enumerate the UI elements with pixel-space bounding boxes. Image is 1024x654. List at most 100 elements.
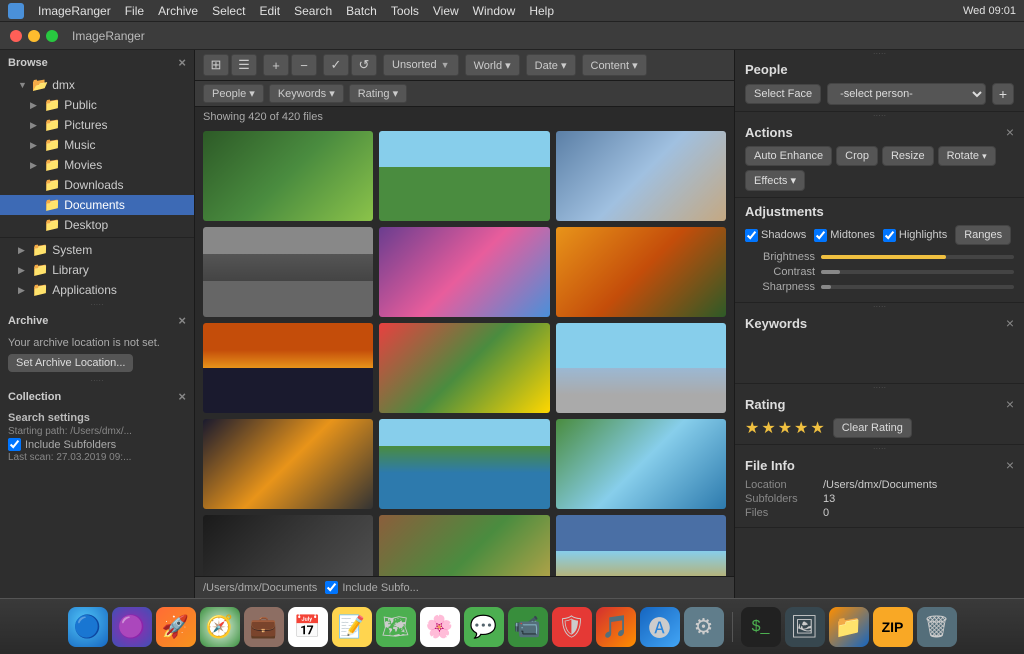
select-face-button[interactable]: Select Face bbox=[745, 84, 821, 104]
browse-close-icon[interactable]: × bbox=[178, 55, 186, 70]
search-settings-item[interactable]: Search settings Starting path: /Users/dm… bbox=[0, 409, 194, 467]
photo-thumbnail[interactable] bbox=[379, 227, 549, 317]
clear-rating-button[interactable]: Clear Rating bbox=[833, 418, 912, 438]
include-subfolders-checkbox[interactable] bbox=[8, 438, 21, 451]
content-dropdown[interactable]: Content ▾ bbox=[582, 54, 647, 76]
menu-search[interactable]: Search bbox=[294, 4, 332, 18]
dock-calendar[interactable]: 📅 bbox=[288, 607, 328, 647]
menu-edit[interactable]: Edit bbox=[259, 4, 280, 18]
star-5[interactable]: ★ bbox=[810, 418, 824, 438]
close-button[interactable] bbox=[10, 30, 22, 42]
photo-thumbnail[interactable] bbox=[379, 419, 549, 509]
dock-imageviewer[interactable]: 🖼 bbox=[785, 607, 825, 647]
tree-item-movies[interactable]: ▶ 📁 Movies bbox=[0, 155, 194, 175]
shadows-check[interactable]: Shadows bbox=[745, 229, 806, 242]
photo-thumbnail[interactable] bbox=[379, 323, 549, 413]
maximize-button[interactable] bbox=[46, 30, 58, 42]
rotate-button[interactable]: Rotate ▾ bbox=[938, 146, 996, 166]
grid-view-button[interactable]: ⊞ bbox=[203, 54, 229, 76]
photo-thumbnail[interactable] bbox=[203, 419, 373, 509]
brightness-slider[interactable] bbox=[821, 255, 1014, 259]
check-button[interactable]: ✓ bbox=[323, 54, 349, 76]
menu-batch[interactable]: Batch bbox=[346, 4, 377, 18]
crop-button[interactable]: Crop bbox=[836, 146, 878, 166]
tree-item-dmx[interactable]: ▼ 📂 dmx bbox=[0, 75, 194, 95]
photo-thumbnail[interactable] bbox=[556, 227, 726, 317]
minimize-button[interactable] bbox=[28, 30, 40, 42]
menu-tools[interactable]: Tools bbox=[391, 4, 419, 18]
keywords-close-icon[interactable]: × bbox=[1006, 315, 1014, 331]
dock-notes[interactable]: 📝 bbox=[332, 607, 372, 647]
dock-prefs[interactable]: ⚙ bbox=[684, 607, 724, 647]
tree-item-library[interactable]: ▶ 📁 Library bbox=[0, 260, 194, 280]
highlights-check[interactable]: Highlights bbox=[883, 229, 947, 242]
dock-finder[interactable]: 🔵 bbox=[68, 607, 108, 647]
person-select[interactable]: -select person- bbox=[827, 83, 986, 105]
dock-appstore[interactable]: 🅐 bbox=[640, 607, 680, 647]
dock-briefcase[interactable]: 💼 bbox=[244, 607, 284, 647]
photo-thumbnail[interactable] bbox=[203, 131, 373, 221]
tree-item-downloads[interactable]: ▶ 📁 Downloads bbox=[0, 175, 194, 195]
dock-zip[interactable]: ZIP bbox=[873, 607, 913, 647]
effects-button[interactable]: Effects ▾ bbox=[745, 170, 805, 191]
tree-item-documents[interactable]: ▶ 📁 Documents bbox=[0, 195, 194, 215]
dock-trash[interactable]: 🗑 bbox=[917, 607, 957, 647]
add-person-button[interactable]: + bbox=[992, 83, 1014, 105]
tree-item-music[interactable]: ▶ 📁 Music bbox=[0, 135, 194, 155]
star-2[interactable]: ★ bbox=[761, 418, 775, 438]
keywords-filter-button[interactable]: Keywords ▾ bbox=[269, 84, 344, 103]
ranges-button[interactable]: Ranges bbox=[955, 225, 1011, 245]
dock-maps[interactable]: 🗺 bbox=[376, 607, 416, 647]
keywords-area[interactable] bbox=[745, 337, 1014, 377]
menu-window[interactable]: Window bbox=[473, 4, 516, 18]
zoom-out-button[interactable]: − bbox=[291, 54, 317, 76]
menu-select[interactable]: Select bbox=[212, 4, 245, 18]
rating-filter-button[interactable]: Rating ▾ bbox=[349, 84, 407, 103]
refresh-button[interactable]: ↺ bbox=[351, 54, 377, 76]
dock-files[interactable]: 📁 bbox=[829, 607, 869, 647]
file-info-close-icon[interactable]: × bbox=[1006, 457, 1014, 473]
world-dropdown[interactable]: World ▾ bbox=[465, 54, 520, 76]
collection-close-icon[interactable]: × bbox=[178, 389, 186, 404]
list-view-button[interactable]: ☰ bbox=[231, 54, 257, 76]
dock-messages[interactable]: 💬 bbox=[464, 607, 504, 647]
dock-terminal[interactable]: $_ bbox=[741, 607, 781, 647]
tree-item-public[interactable]: ▶ 📁 Public bbox=[0, 95, 194, 115]
contrast-slider[interactable] bbox=[821, 270, 1014, 274]
menu-app-name[interactable]: ImageRanger bbox=[38, 4, 111, 18]
menu-archive[interactable]: Archive bbox=[158, 4, 198, 18]
dock-siri[interactable]: 🟣 bbox=[112, 607, 152, 647]
date-dropdown[interactable]: Date ▾ bbox=[526, 54, 576, 76]
menu-view[interactable]: View bbox=[433, 4, 459, 18]
zoom-in-button[interactable]: + bbox=[263, 54, 289, 76]
photo-thumbnail[interactable] bbox=[556, 323, 726, 413]
dock-vpn[interactable]: 🛡 bbox=[552, 607, 592, 647]
midtones-check[interactable]: Midtones bbox=[814, 229, 875, 242]
photo-grid[interactable] bbox=[195, 127, 734, 576]
photo-thumbnail[interactable] bbox=[203, 515, 373, 576]
star-1[interactable]: ★ bbox=[745, 418, 759, 438]
dock-photos[interactable]: 🌸 bbox=[420, 607, 460, 647]
photo-thumbnail[interactable] bbox=[379, 515, 549, 576]
menu-file[interactable]: File bbox=[125, 4, 144, 18]
tree-item-applications[interactable]: ▶ 📁 Applications bbox=[0, 280, 194, 300]
dock-safari[interactable]: 🧭 bbox=[200, 607, 240, 647]
dock-facetime[interactable]: 📹 bbox=[508, 607, 548, 647]
tree-item-pictures[interactable]: ▶ 📁 Pictures bbox=[0, 115, 194, 135]
photo-thumbnail[interactable] bbox=[203, 323, 373, 413]
tree-item-desktop[interactable]: ▶ 📁 Desktop bbox=[0, 215, 194, 235]
actions-close-icon[interactable]: × bbox=[1006, 124, 1014, 140]
sort-dropdown[interactable]: Unsorted ▼ bbox=[383, 54, 459, 76]
archive-close-icon[interactable]: × bbox=[178, 313, 186, 328]
star-rating[interactable]: ★ ★ ★ ★ ★ bbox=[745, 418, 825, 438]
dock-music[interactable]: 🎵 bbox=[596, 607, 636, 647]
auto-enhance-button[interactable]: Auto Enhance bbox=[745, 146, 832, 166]
photo-thumbnail[interactable] bbox=[556, 419, 726, 509]
dock-launchpad[interactable]: 🚀 bbox=[156, 607, 196, 647]
photo-thumbnail[interactable] bbox=[556, 131, 726, 221]
photo-thumbnail[interactable] bbox=[203, 227, 373, 317]
photo-thumbnail[interactable] bbox=[379, 131, 549, 221]
resize-button[interactable]: Resize bbox=[882, 146, 934, 166]
rating-close-icon[interactable]: × bbox=[1006, 396, 1014, 412]
tree-item-system[interactable]: ▶ 📁 System bbox=[0, 240, 194, 260]
